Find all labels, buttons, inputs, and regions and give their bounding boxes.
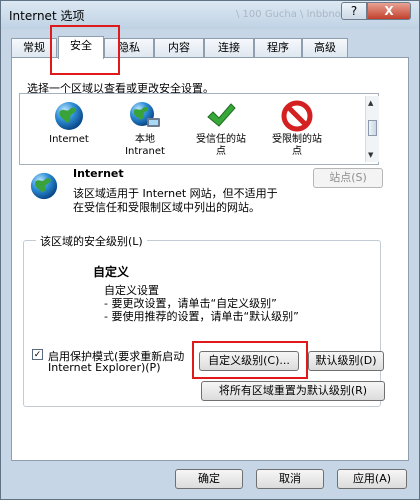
tab-general[interactable]: 常规 xyxy=(11,38,57,58)
tab-connections[interactable]: 连接 xyxy=(204,38,254,58)
tab-privacy[interactable]: 隐私 xyxy=(104,38,154,58)
zone-label-line2: 点 xyxy=(216,146,226,157)
internet-options-window: Internet 选项 \ 100 Gucha \ lnbbnoom ? X 常… xyxy=(0,0,420,500)
globe-icon xyxy=(55,102,83,130)
tab-advanced[interactable]: 高级 xyxy=(302,38,348,58)
selected-zone-title: Internet xyxy=(73,167,124,180)
zone-label-line1: 受限制的站 xyxy=(272,134,322,145)
close-icon: X xyxy=(384,4,394,18)
background-window-text: \ 100 Gucha \ lnbbnoom xyxy=(236,9,357,20)
zone-list: Internet 本地 Intranet 受信任的站 点 受限制的站 点 xyxy=(19,93,379,165)
zone-local-intranet[interactable]: 本地 Intranet xyxy=(106,100,184,158)
zone-label-line2: 点 xyxy=(292,146,302,157)
tab-security[interactable]: 安全 xyxy=(58,36,104,59)
default-level-button[interactable]: 默认级别(D) xyxy=(308,351,384,371)
security-level-name: 自定义 xyxy=(93,265,130,279)
scroll-up-icon[interactable]: ▲ xyxy=(368,99,373,107)
checkmark-icon xyxy=(207,103,236,127)
reset-all-zones-button[interactable]: 将所有区域重置为默认级别(R) xyxy=(201,381,385,401)
zone-label-line1: 本地 xyxy=(135,134,155,145)
zone-label-line2: Intranet xyxy=(125,146,165,157)
help-icon: ? xyxy=(350,4,358,18)
scroll-thumb[interactable] xyxy=(368,120,377,136)
zone-label-line1: 受信任的站 xyxy=(196,134,246,145)
protected-mode-checkbox[interactable]: ✓ xyxy=(32,349,43,360)
custom-level-button[interactable]: 自定义级别(C)... xyxy=(199,351,299,371)
tab-programs[interactable]: 程序 xyxy=(254,38,302,58)
zone-list-scrollbar[interactable]: ▲ ▼ xyxy=(365,96,379,162)
cancel-button[interactable]: 取消 xyxy=(256,469,324,489)
window-title: Internet 选项 xyxy=(9,9,85,23)
zone-internet[interactable]: Internet xyxy=(30,100,108,146)
close-button[interactable]: X xyxy=(367,2,411,20)
globe-icon xyxy=(30,172,58,200)
protected-mode-label-line2: Internet Explorer)(P) xyxy=(48,361,161,374)
zone-restricted-sites[interactable]: 受限制的站 点 xyxy=(258,100,336,158)
title-bar: Internet 选项 \ 100 Gucha \ lnbbnoom ? X xyxy=(1,1,419,29)
security-level-group-label: 该区域的安全级别(L) xyxy=(36,233,147,249)
network-globe-icon xyxy=(130,102,160,127)
sites-button[interactable]: 站点(S) xyxy=(313,168,383,188)
scroll-down-icon[interactable]: ▼ xyxy=(368,151,373,159)
zone-label: Internet xyxy=(49,134,89,145)
apply-button[interactable]: 应用(A) xyxy=(337,469,407,489)
help-button[interactable]: ? xyxy=(341,2,367,20)
zone-trusted-sites[interactable]: 受信任的站 点 xyxy=(182,100,260,158)
selected-zone-description-line2: 在受信任和受限制区域中列出的网站。 xyxy=(73,201,260,214)
tab-content[interactable]: 内容 xyxy=(154,38,204,58)
restricted-icon xyxy=(281,100,313,132)
checkbox-check-icon: ✓ xyxy=(33,350,42,360)
security-level-desc-line3: - 要使用推荐的设置，请单击“默认级别” xyxy=(104,310,299,323)
ok-button[interactable]: 确定 xyxy=(175,469,243,489)
